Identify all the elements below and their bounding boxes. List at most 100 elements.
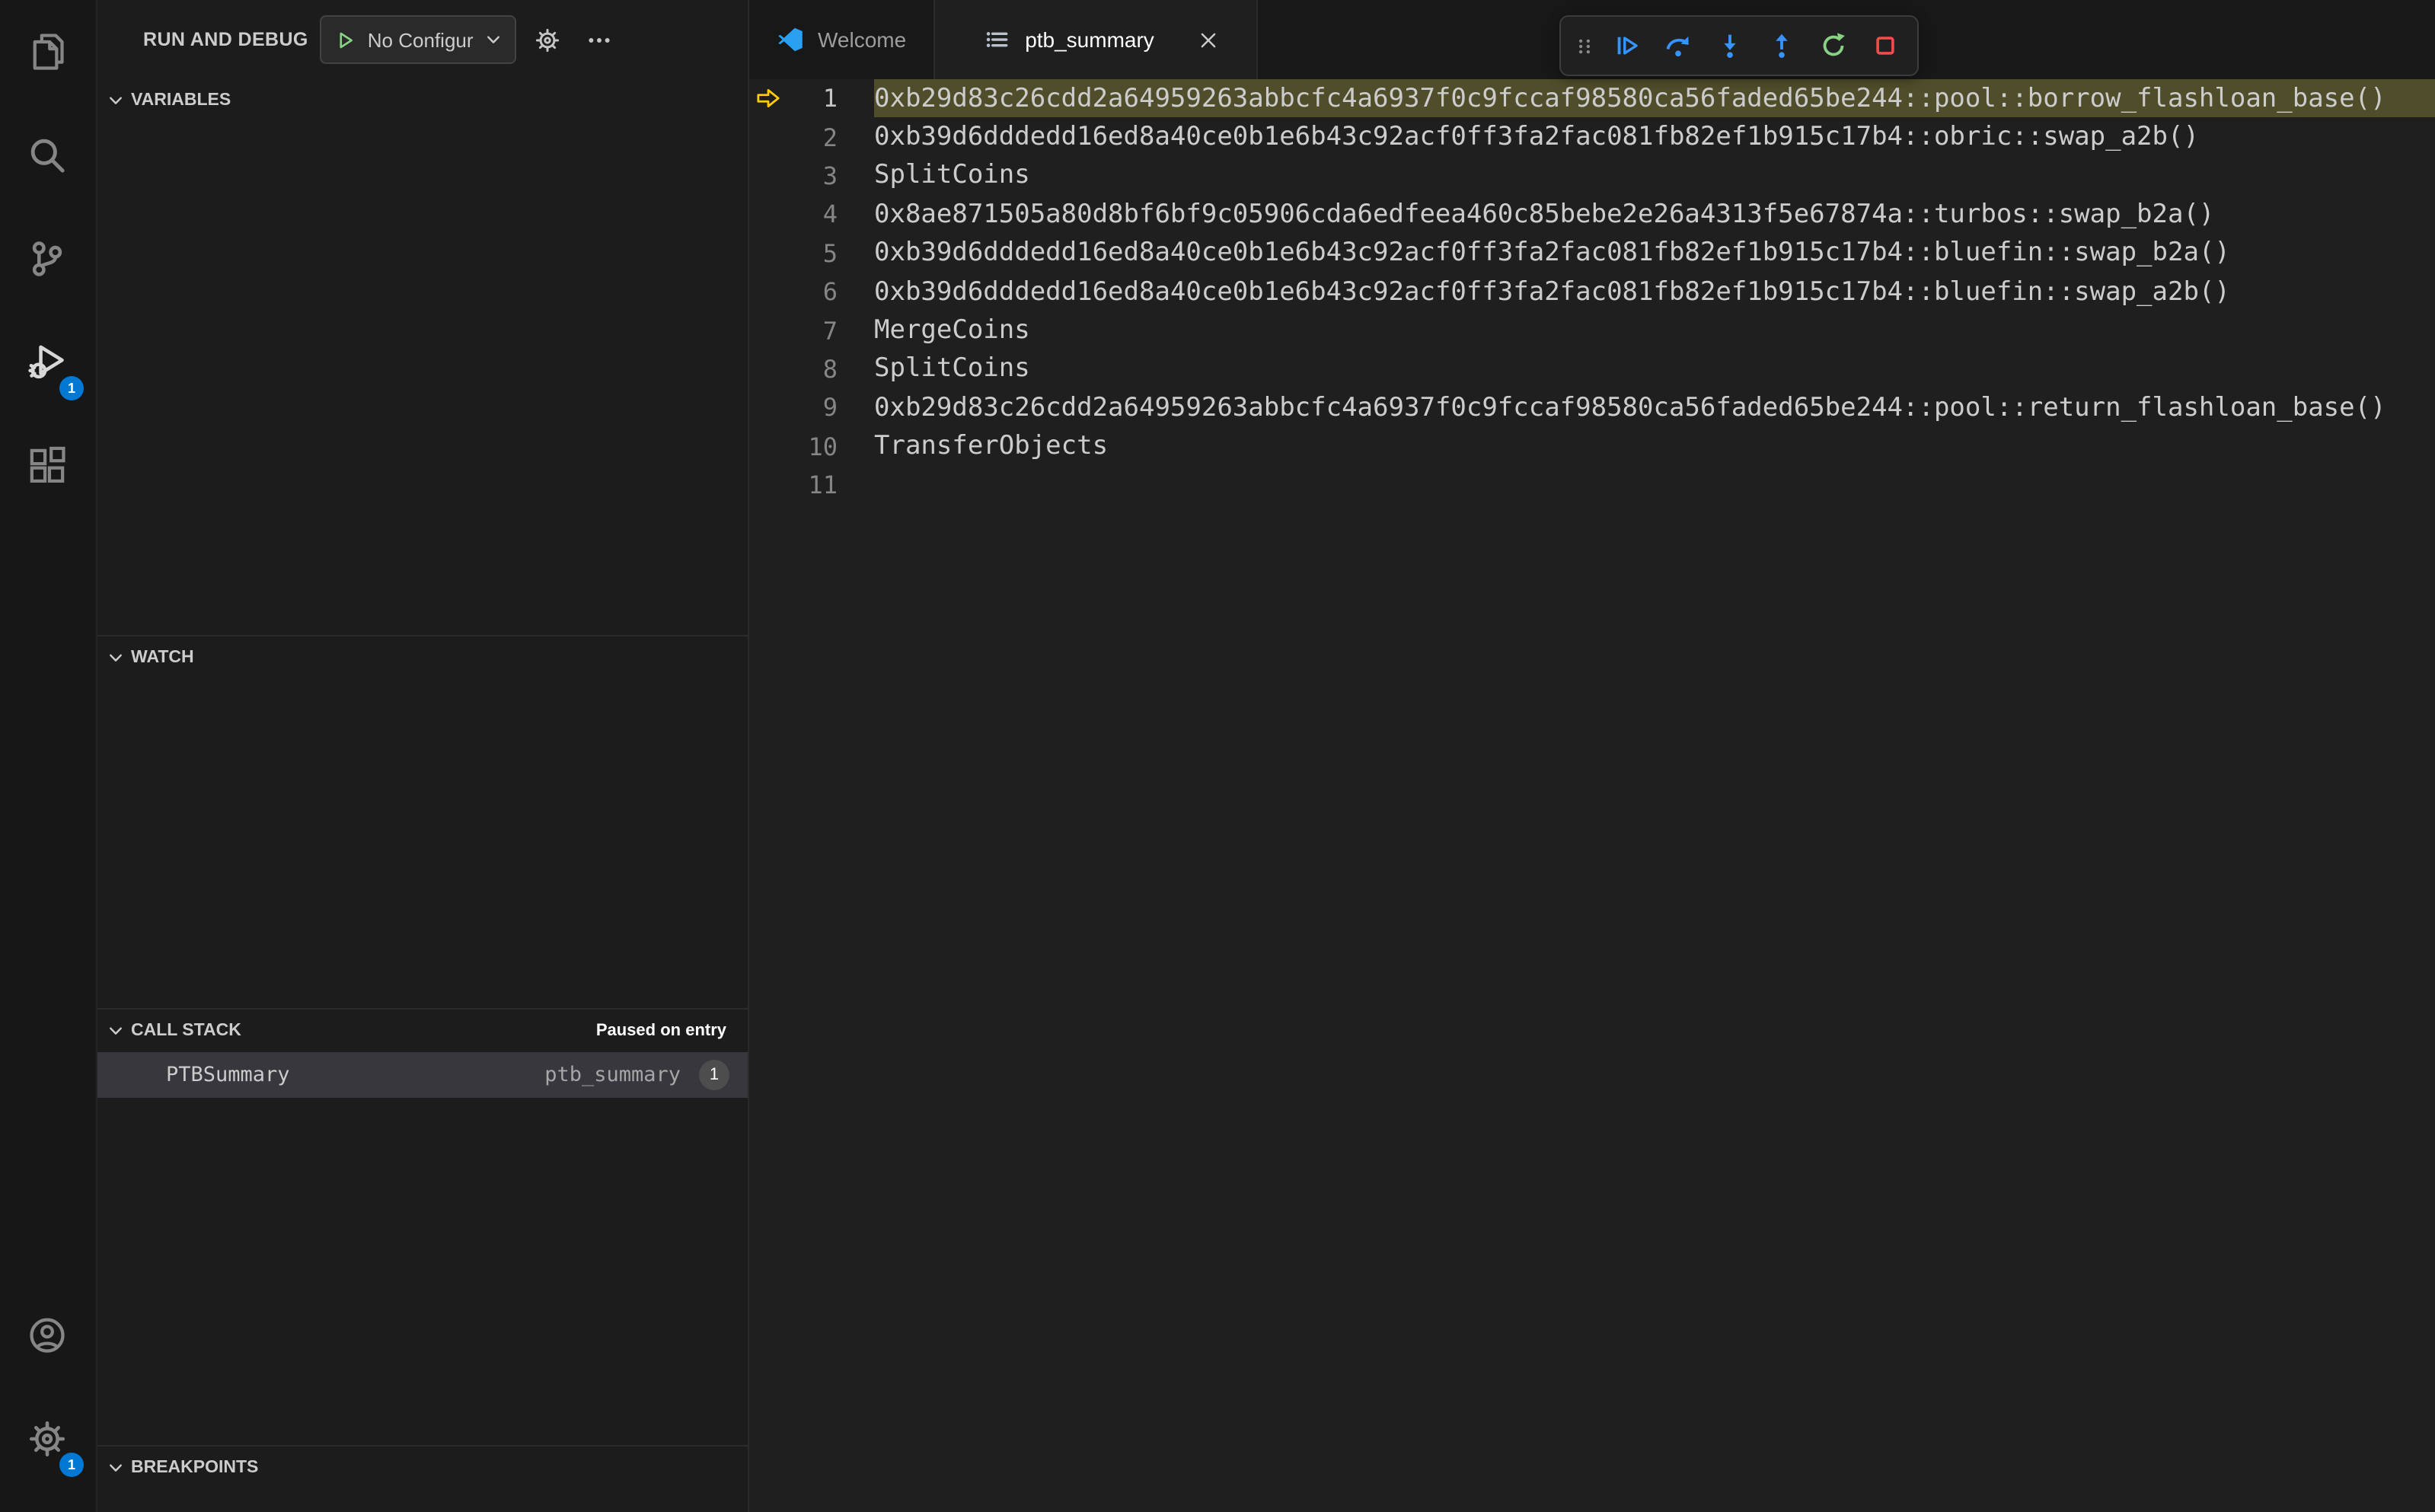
- debug-settings-button[interactable]: [528, 20, 568, 59]
- code-text: 0xb29d83c26cdd2a64959263abbcfc4a6937f0c9…: [874, 392, 2386, 423]
- line-number: 5: [822, 238, 838, 268]
- code-line[interactable]: 10 TransferObjects: [749, 427, 2435, 466]
- gear-icon: [27, 1419, 67, 1459]
- activity-item-search[interactable]: [0, 104, 94, 207]
- frame-source: ptb_summary: [544, 1063, 681, 1088]
- line-number: 11: [808, 471, 838, 500]
- line-number: 2: [822, 123, 838, 152]
- extensions-icon: [27, 446, 67, 486]
- gripper-icon: [1572, 34, 1595, 57]
- line-number: 1: [822, 84, 838, 113]
- line-content: 0x8ae871505a80d8bf6bf9c05906cda6edfeea46…: [874, 195, 2435, 234]
- settings-badge: 1: [59, 1453, 84, 1477]
- step-out-button[interactable]: [1756, 21, 1808, 70]
- continue-button[interactable]: [1600, 21, 1652, 70]
- line-number: 3: [822, 161, 838, 190]
- activity-item-run-and-debug[interactable]: 1: [0, 311, 94, 414]
- code-line[interactable]: 11: [749, 466, 2435, 505]
- source-control-icon: [27, 239, 67, 279]
- code-line[interactable]: 9 0xb29d83c26cdd2a64959263abbcfc4a6937f0…: [749, 388, 2435, 427]
- code-line[interactable]: 1 0xb29d83c26cdd2a64959263abbcfc4a6937f0…: [749, 79, 2435, 118]
- watch-section-title: WATCH: [131, 648, 194, 667]
- editor-area: Welcome ptb_summary 1 0xb29d83c26cdd2a64…: [749, 0, 2435, 1512]
- tab-label: Welcome: [818, 27, 907, 52]
- start-debug-icon[interactable]: [334, 28, 357, 51]
- breakpoints-section: BREAKPOINTS: [97, 1445, 748, 1512]
- code-line[interactable]: 7 MergeCoins: [749, 311, 2435, 350]
- step-into-button[interactable]: [1704, 21, 1756, 70]
- line-content: 0xb39d6dddedd16ed8a40ce0b1e6b43c92acf0ff…: [874, 118, 2435, 157]
- current-stack-frame-marker-icon: [749, 163, 786, 189]
- line-number: 8: [822, 354, 838, 384]
- chevron-down-icon: [107, 1022, 125, 1040]
- call-stack-section-title: CALL STACK: [131, 1022, 241, 1041]
- line-number: 9: [822, 393, 838, 423]
- current-stack-frame-marker-icon: [749, 317, 786, 343]
- chevron-down-icon: [107, 91, 125, 110]
- current-stack-frame-marker-icon: [749, 85, 786, 111]
- stop-button[interactable]: [1859, 21, 1911, 70]
- line-content: 0xb39d6dddedd16ed8a40ce0b1e6b43c92acf0ff…: [874, 273, 2435, 311]
- frame-badge: 1: [699, 1060, 729, 1091]
- search-icon: [27, 136, 67, 175]
- tab-ptb-summary[interactable]: ptb_summary: [935, 0, 1258, 79]
- breakpoints-section-header[interactable]: BREAKPOINTS: [97, 1447, 748, 1489]
- restart-button[interactable]: [1808, 21, 1859, 70]
- code-text: 0xb29d83c26cdd2a64959263abbcfc4a6937f0c9…: [874, 83, 2386, 114]
- current-stack-frame-marker-icon: [749, 202, 786, 228]
- current-stack-frame-marker-icon: [749, 279, 786, 305]
- step-into-icon: [1716, 32, 1744, 59]
- code-text: SplitCoins: [874, 353, 1030, 384]
- chevron-down-icon: [107, 649, 125, 667]
- activity-item-settings[interactable]: 1: [0, 1387, 94, 1491]
- more-actions-button[interactable]: [580, 20, 620, 59]
- line-number: 10: [808, 432, 838, 461]
- line-content: SplitCoins: [874, 349, 2435, 388]
- code-text: 0x8ae871505a80d8bf6bf9c05906cda6edfeea46…: [874, 199, 2215, 230]
- activity-item-accounts[interactable]: [0, 1284, 94, 1387]
- line-content: [874, 466, 2435, 505]
- activity-item-source-control[interactable]: [0, 207, 94, 311]
- debug-icon: [27, 343, 67, 382]
- paused-status-label: Paused on entry: [595, 1022, 726, 1041]
- zoom-stage: 1 1 RUN AND DEBUG No Configur VARIABLES …: [0, 0, 2435, 1512]
- account-icon: [27, 1316, 67, 1355]
- current-stack-frame-marker-icon: [749, 395, 786, 421]
- debug-config-label: No Configur: [367, 28, 474, 51]
- code-text: 0xb39d6dddedd16ed8a40ce0b1e6b43c92acf0ff…: [874, 238, 2230, 269]
- watch-section-body: [97, 679, 748, 1008]
- watch-section-header[interactable]: WATCH: [97, 636, 748, 679]
- code-text: SplitCoins: [874, 160, 1030, 191]
- step-over-icon: [1664, 32, 1692, 59]
- code-text: 0xb39d6dddedd16ed8a40ce0b1e6b43c92acf0ff…: [874, 122, 2199, 153]
- code-line[interactable]: 8 SplitCoins: [749, 349, 2435, 388]
- activity-item-explorer[interactable]: [0, 0, 94, 104]
- step-out-icon: [1768, 32, 1795, 59]
- close-tab-button[interactable]: [1192, 23, 1226, 56]
- variables-section: VARIABLES: [97, 79, 748, 635]
- call-stack-section-header[interactable]: CALL STACK Paused on entry: [97, 1010, 748, 1052]
- activity-bar: 1 1: [0, 0, 97, 1512]
- activity-item-extensions[interactable]: [0, 414, 94, 518]
- tab-welcome[interactable]: Welcome: [749, 0, 936, 79]
- ellipsis-icon: [587, 27, 613, 53]
- list-file-icon: [984, 26, 1011, 53]
- code-text: TransferObjects: [874, 431, 1109, 462]
- variables-section-header[interactable]: VARIABLES: [97, 79, 748, 122]
- activity-bar-top: 1: [0, 0, 96, 518]
- activity-bar-bottom: 1: [0, 1284, 96, 1512]
- step-over-button[interactable]: [1652, 21, 1704, 70]
- code-line[interactable]: 6 0xb39d6dddedd16ed8a40ce0b1e6b43c92acf0…: [749, 273, 2435, 311]
- toolbar-drag-handle[interactable]: [1567, 21, 1600, 70]
- code-line[interactable]: 3 SplitCoins: [749, 157, 2435, 196]
- call-stack-section: CALL STACK Paused on entry PTBSummary pt…: [97, 1008, 748, 1445]
- code-line[interactable]: 5 0xb39d6dddedd16ed8a40ce0b1e6b43c92acf0…: [749, 234, 2435, 273]
- current-stack-frame-marker-icon: [749, 472, 786, 498]
- call-stack-frame-row[interactable]: PTBSummary ptb_summary 1: [97, 1052, 748, 1099]
- code-line[interactable]: 2 0xb39d6dddedd16ed8a40ce0b1e6b43c92acf0…: [749, 118, 2435, 157]
- code-line[interactable]: 4 0x8ae871505a80d8bf6bf9c05906cda6edfeea…: [749, 195, 2435, 234]
- line-content: 0xb29d83c26cdd2a64959263abbcfc4a6937f0c9…: [874, 79, 2435, 118]
- editor-code-area[interactable]: 1 0xb29d83c26cdd2a64959263abbcfc4a6937f0…: [749, 79, 2435, 1512]
- debug-configuration-dropdown[interactable]: No Configur: [320, 15, 516, 64]
- restart-icon: [1820, 32, 1847, 59]
